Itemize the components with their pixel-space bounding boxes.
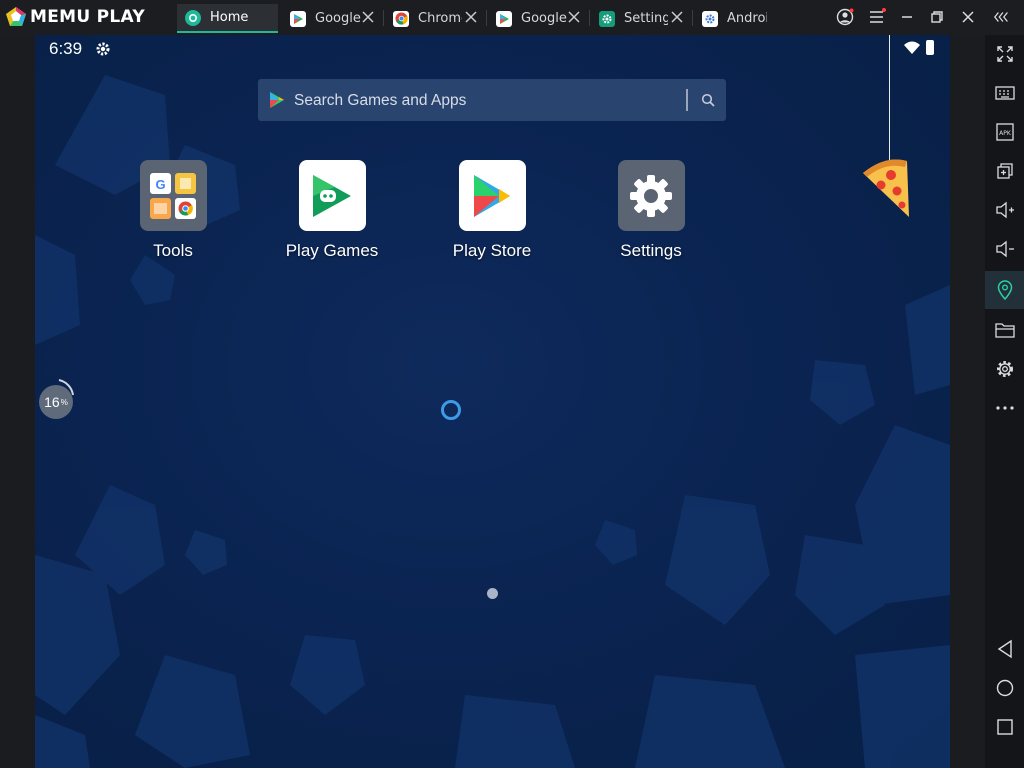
play-store-icon	[290, 10, 306, 27]
home-button[interactable]	[985, 669, 1024, 707]
restore-button[interactable]	[928, 8, 946, 26]
collapse-sidebar-button[interactable]	[993, 8, 1011, 26]
settings-icon	[996, 361, 1013, 377]
multi-instance-icon	[996, 163, 1013, 179]
search-input[interactable]: Search Games and Apps	[294, 92, 466, 110]
recents-button[interactable]	[985, 708, 1024, 746]
close-icon	[962, 11, 974, 23]
tab-google-play[interactable]: Google	[282, 4, 382, 33]
folder-icon	[994, 323, 1015, 338]
apk-icon: APK	[995, 123, 1014, 141]
search-icon[interactable]	[701, 93, 715, 107]
minimize-icon	[902, 16, 912, 18]
close-icon[interactable]	[362, 11, 374, 23]
settings-app-icon	[599, 10, 615, 27]
tab-google-play-2[interactable]: Google	[488, 4, 588, 33]
memu-logo-icon	[6, 7, 26, 26]
play-store-icon	[458, 160, 526, 231]
location-icon	[997, 280, 1012, 300]
apk-button[interactable]: APK	[985, 113, 1024, 151]
back-button[interactable]	[985, 630, 1024, 668]
hamburger-menu-icon	[870, 8, 886, 23]
tab-label: Androic	[727, 11, 767, 26]
app-name: MEMU PLAY	[30, 7, 146, 27]
app-play-games[interactable]: Play Games	[267, 160, 397, 261]
account-button[interactable]	[836, 8, 854, 26]
android-screen[interactable]: 6:39 Search Games and Apps G Tools Play …	[35, 35, 950, 768]
tab-label: Home	[210, 10, 249, 25]
user-icon	[836, 8, 854, 26]
folder-button[interactable]	[985, 311, 1024, 349]
volume-down-button[interactable]	[985, 230, 1024, 268]
title-bar: MEMU PLAY Home Google Chrome Google	[0, 0, 1024, 35]
tab-separator	[486, 10, 487, 26]
wifi-icon	[904, 41, 920, 54]
tab-settings[interactable]: Setting	[591, 4, 691, 33]
home-icon	[996, 679, 1013, 697]
page-indicator	[487, 588, 498, 599]
wallpaper	[35, 75, 950, 768]
pizza-icon[interactable]	[855, 153, 915, 223]
volume-up-button[interactable]	[985, 191, 1024, 229]
app-tools[interactable]: G Tools	[108, 160, 238, 261]
loading-spinner	[441, 400, 461, 420]
tab-label: Setting	[624, 11, 668, 26]
more-icon	[995, 406, 1014, 410]
app-label: Play Games	[285, 241, 379, 260]
keyboard-icon	[994, 86, 1015, 100]
back-icon	[997, 639, 1012, 659]
volume-up-icon	[995, 201, 1014, 219]
minimize-button[interactable]	[898, 8, 916, 26]
keyboard-button[interactable]	[985, 74, 1024, 112]
menu-button[interactable]	[868, 8, 886, 26]
android-settings-icon	[702, 10, 718, 27]
app-label: Play Store	[452, 241, 532, 260]
triple-chevron-left-icon	[993, 12, 1008, 22]
close-window-button[interactable]	[959, 8, 977, 26]
tab-chrome[interactable]: Chrome	[385, 4, 485, 33]
restore-icon	[931, 11, 943, 23]
recents-icon	[996, 719, 1013, 735]
right-toolbar: APK	[985, 35, 1024, 768]
settings-gear-icon	[617, 160, 685, 231]
app-label: Settings	[620, 241, 682, 260]
tools-folder-icon: G	[139, 160, 207, 231]
status-time: 6:39	[49, 39, 83, 58]
multi-instance-button[interactable]	[985, 152, 1024, 190]
location-button[interactable]	[985, 271, 1024, 309]
search-bar[interactable]: Search Games and Apps	[258, 79, 726, 121]
tab-separator	[383, 10, 384, 26]
volume-down-icon	[995, 240, 1014, 258]
close-icon[interactable]	[465, 11, 477, 23]
memu-logo: MEMU PLAY	[5, 6, 145, 28]
tab-home[interactable]: Home	[177, 4, 278, 33]
play-store-icon	[496, 10, 512, 27]
svg-text:G: G	[155, 177, 165, 192]
fullscreen-button[interactable]	[985, 35, 1024, 73]
more-button[interactable]	[985, 389, 1024, 427]
settings-button[interactable]	[985, 350, 1024, 388]
app-play-store[interactable]: Play Store	[427, 160, 557, 261]
tab-separator	[589, 10, 590, 26]
pizza-string	[889, 35, 890, 160]
app-label: Tools	[153, 241, 193, 260]
svg-text:APK: APK	[999, 130, 1012, 137]
tab-separator	[692, 10, 693, 26]
app-settings[interactable]: Settings	[586, 160, 716, 261]
performance-value: 16%	[39, 385, 73, 419]
close-icon[interactable]	[671, 11, 683, 23]
fullscreen-icon	[996, 46, 1013, 62]
performance-indicator[interactable]: 16%	[39, 379, 74, 419]
close-icon[interactable]	[568, 11, 580, 23]
play-games-icon	[298, 160, 366, 231]
settings-notification-icon	[96, 42, 110, 56]
battery-icon	[926, 40, 934, 55]
tab-android-settings[interactable]: Androic	[694, 4, 794, 33]
play-store-icon	[270, 92, 284, 108]
tab-label: Chrome	[418, 11, 462, 26]
search-divider	[686, 89, 688, 111]
memu-home-icon	[185, 9, 201, 26]
chrome-icon	[393, 10, 409, 27]
